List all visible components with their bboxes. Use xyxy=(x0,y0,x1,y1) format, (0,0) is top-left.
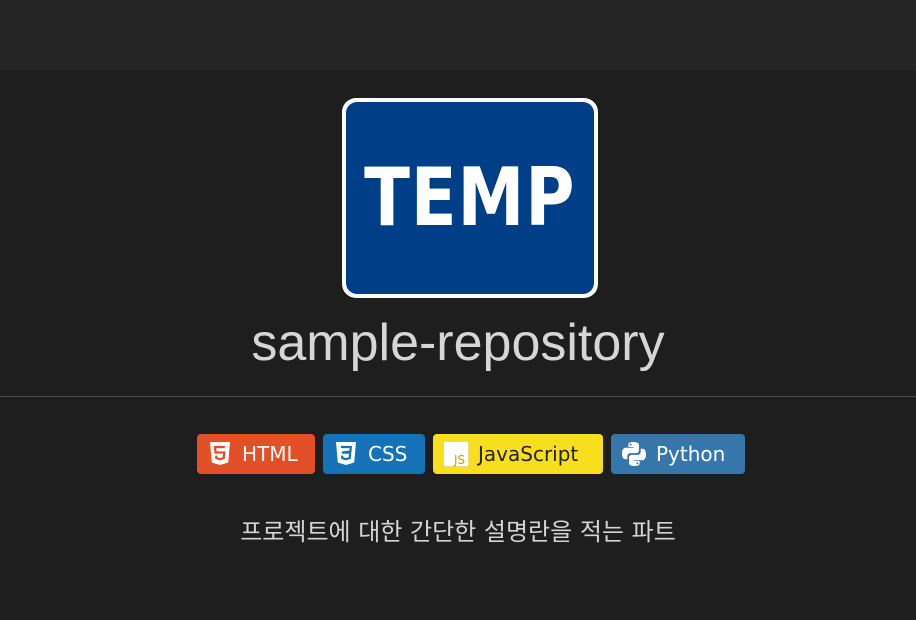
logo-sign: TEMP xyxy=(346,102,594,294)
css3-icon xyxy=(333,441,359,467)
divider xyxy=(0,396,916,397)
logo-text: TEMP xyxy=(364,151,576,244)
python-badge-label: Python xyxy=(656,442,726,466)
css-badge[interactable]: CSS xyxy=(323,434,425,474)
project-description: 프로젝트에 대한 간단한 설명란을 적는 파트 xyxy=(240,518,676,546)
svg-text:JS: JS xyxy=(453,453,465,467)
html-badge-label: HTML xyxy=(242,442,298,466)
css-badge-label: CSS xyxy=(368,442,408,466)
top-bar xyxy=(0,0,916,70)
html-badge[interactable]: HTML xyxy=(197,434,315,474)
readme-content: TEMP sample-repository HTML CSS JS JavaS… xyxy=(0,70,916,620)
javascript-badge-label: JavaScript xyxy=(478,442,579,466)
javascript-icon: JS xyxy=(443,441,469,467)
repository-title: sample-repository xyxy=(251,314,665,372)
python-icon xyxy=(621,441,647,467)
project-logo: TEMP xyxy=(342,98,598,298)
python-badge[interactable]: Python xyxy=(611,434,745,474)
html5-icon xyxy=(207,441,233,467)
javascript-badge[interactable]: JS JavaScript xyxy=(433,434,603,474)
tech-badges: HTML CSS JS JavaScript Python xyxy=(197,434,745,474)
